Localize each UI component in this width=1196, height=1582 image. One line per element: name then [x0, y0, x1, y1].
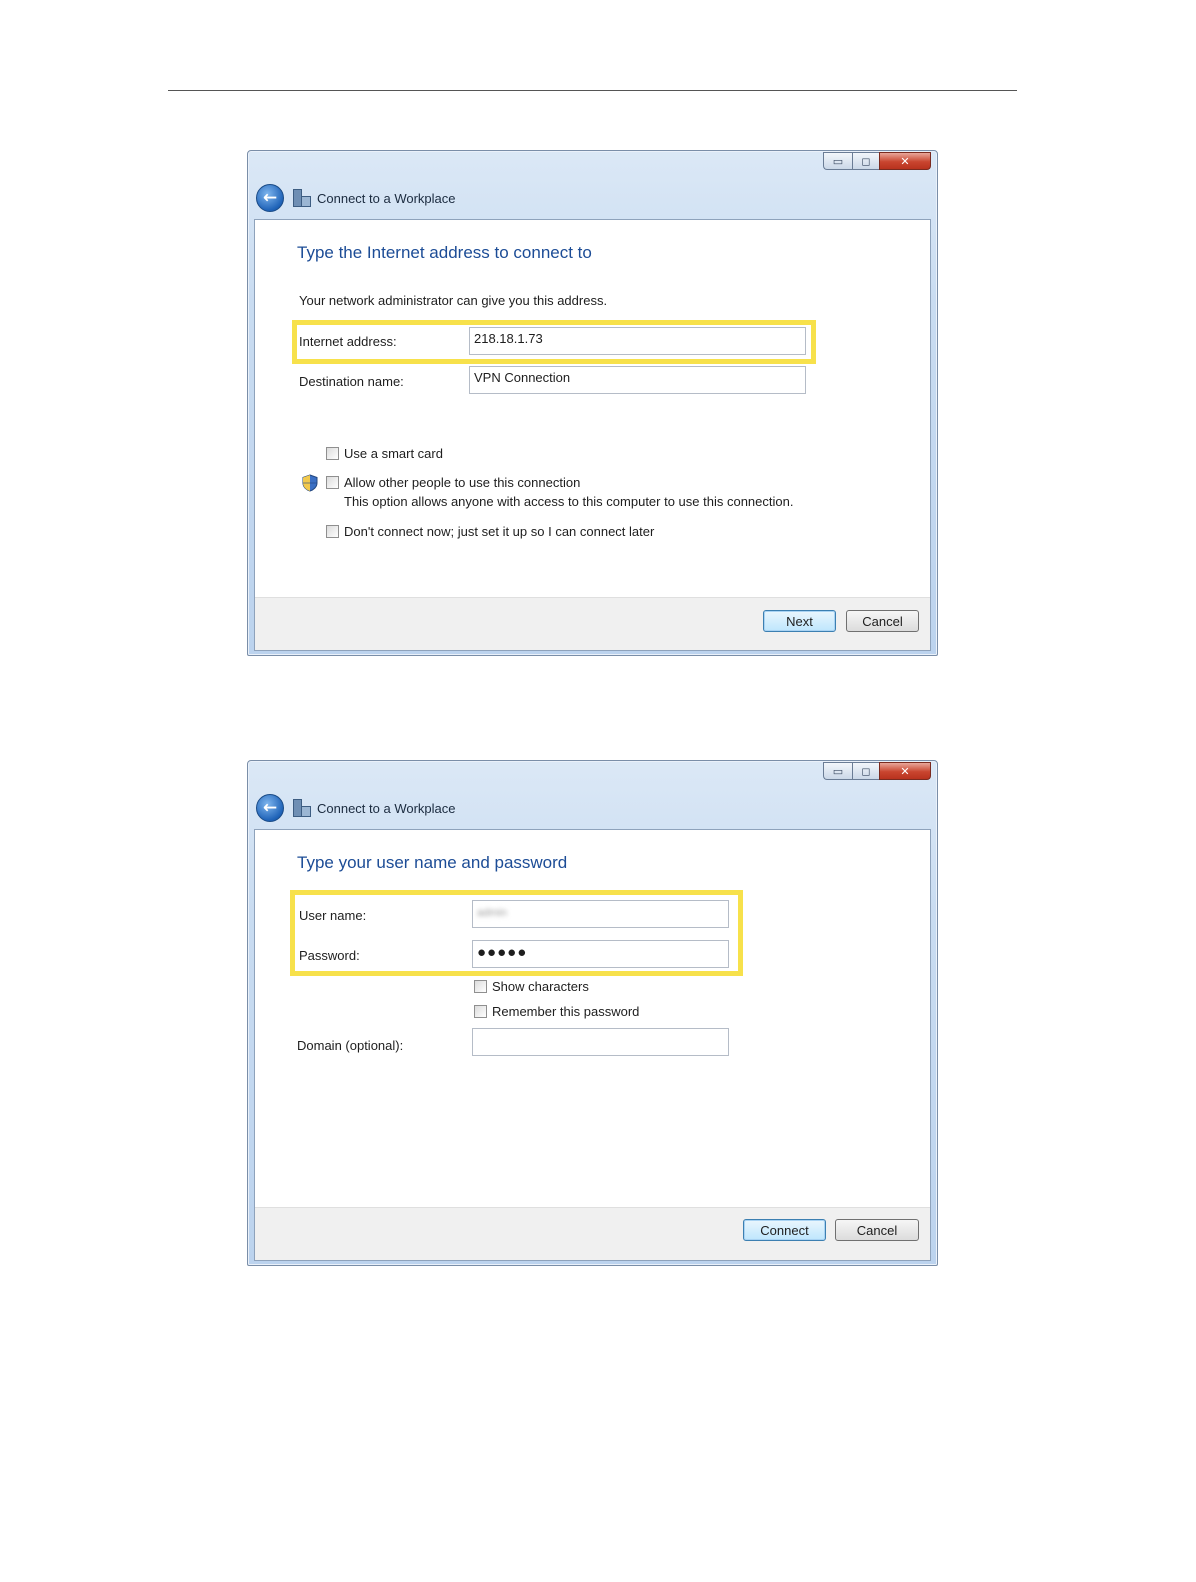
title-bar: ← Connect to a Workplace: [256, 793, 456, 823]
internet-address-label: Internet address:: [299, 334, 397, 349]
remember-password-label: Remember this password: [492, 1004, 640, 1019]
window-title: Connect to a Workplace: [317, 800, 456, 816]
dialog-content: Type the Internet address to connect to …: [254, 219, 931, 651]
allow-others-label: Allow other people to use this connectio…: [344, 475, 581, 490]
workplace-icon: [293, 799, 311, 817]
smart-card-checkbox[interactable]: [326, 447, 339, 460]
maximize-button[interactable]: ◻: [852, 152, 879, 170]
cancel-button[interactable]: Cancel: [835, 1219, 919, 1241]
destination-name-label: Destination name:: [299, 374, 404, 389]
smart-card-label: Use a smart card: [344, 446, 443, 461]
allow-others-checkbox[interactable]: [326, 476, 339, 489]
close-icon: ✕: [900, 154, 910, 168]
maximize-icon: ◻: [861, 764, 871, 778]
smart-card-option[interactable]: Use a smart card: [326, 446, 443, 461]
back-arrow-icon: ←: [262, 187, 278, 208]
connect-workplace-window-credentials: ▭ ◻ ✕ ← Connect to a Workplace Type your…: [247, 760, 938, 1266]
close-button[interactable]: ✕: [879, 152, 931, 170]
intro-text: Your network administrator can give you …: [299, 293, 608, 308]
dont-connect-option[interactable]: Don't connect now; just set it up so I c…: [326, 524, 654, 539]
window-title: Connect to a Workplace: [317, 190, 456, 206]
back-button[interactable]: ←: [256, 184, 284, 212]
connect-button[interactable]: Connect: [743, 1219, 826, 1241]
minimize-icon: ▭: [832, 154, 844, 168]
show-characters-checkbox[interactable]: [474, 980, 487, 993]
minimize-icon: ▭: [832, 764, 844, 778]
cancel-button[interactable]: Cancel: [846, 610, 919, 632]
uac-shield-icon: [302, 474, 318, 492]
destination-name-input[interactable]: VPN Connection: [469, 366, 806, 394]
allow-others-help: This option allows anyone with access to…: [344, 494, 794, 509]
back-arrow-icon: ←: [262, 797, 278, 818]
page-heading: Type the Internet address to connect to: [297, 243, 592, 262]
domain-input[interactable]: [472, 1028, 729, 1056]
back-button[interactable]: ←: [256, 794, 284, 822]
show-characters-option[interactable]: Show characters: [474, 979, 589, 994]
password-value: ●●●●●: [477, 944, 528, 961]
minimize-button[interactable]: ▭: [823, 152, 852, 170]
username-label: User name:: [299, 908, 367, 923]
close-button[interactable]: ✕: [879, 762, 931, 780]
dont-connect-label: Don't connect now; just set it up so I c…: [344, 524, 655, 539]
minimize-button[interactable]: ▭: [823, 762, 852, 780]
dialog-footer: Connect Cancel: [255, 1207, 930, 1260]
maximize-icon: ◻: [861, 154, 871, 168]
next-button[interactable]: Next: [763, 610, 836, 632]
username-value: admin: [477, 907, 507, 919]
connect-workplace-window-address: ▭ ◻ ✕ ← Connect to a Workplace Type the …: [247, 150, 938, 656]
window-controls: ▭ ◻ ✕: [823, 762, 931, 781]
workplace-icon: [293, 189, 311, 207]
show-characters-label: Show characters: [492, 979, 589, 994]
maximize-button[interactable]: ◻: [852, 762, 879, 780]
allow-others-option[interactable]: Allow other people to use this connectio…: [326, 475, 793, 509]
password-label: Password:: [299, 948, 360, 963]
window-controls: ▭ ◻ ✕: [823, 152, 931, 171]
internet-address-input[interactable]: 218.18.1.73: [469, 327, 806, 355]
page-heading: Type your user name and password: [297, 853, 568, 872]
remember-password-option[interactable]: Remember this password: [474, 1004, 639, 1019]
dont-connect-checkbox[interactable]: [326, 525, 339, 538]
remember-password-checkbox[interactable]: [474, 1005, 487, 1018]
title-bar: ← Connect to a Workplace: [256, 183, 456, 213]
password-input[interactable]: ●●●●●: [472, 940, 729, 968]
domain-label: Domain (optional):: [297, 1038, 404, 1053]
page-top-rule: [168, 90, 1017, 91]
close-icon: ✕: [900, 764, 910, 778]
username-input[interactable]: admin: [472, 900, 729, 928]
dialog-footer: Next Cancel: [255, 597, 930, 650]
dialog-content: Type your user name and password User na…: [254, 829, 931, 1261]
